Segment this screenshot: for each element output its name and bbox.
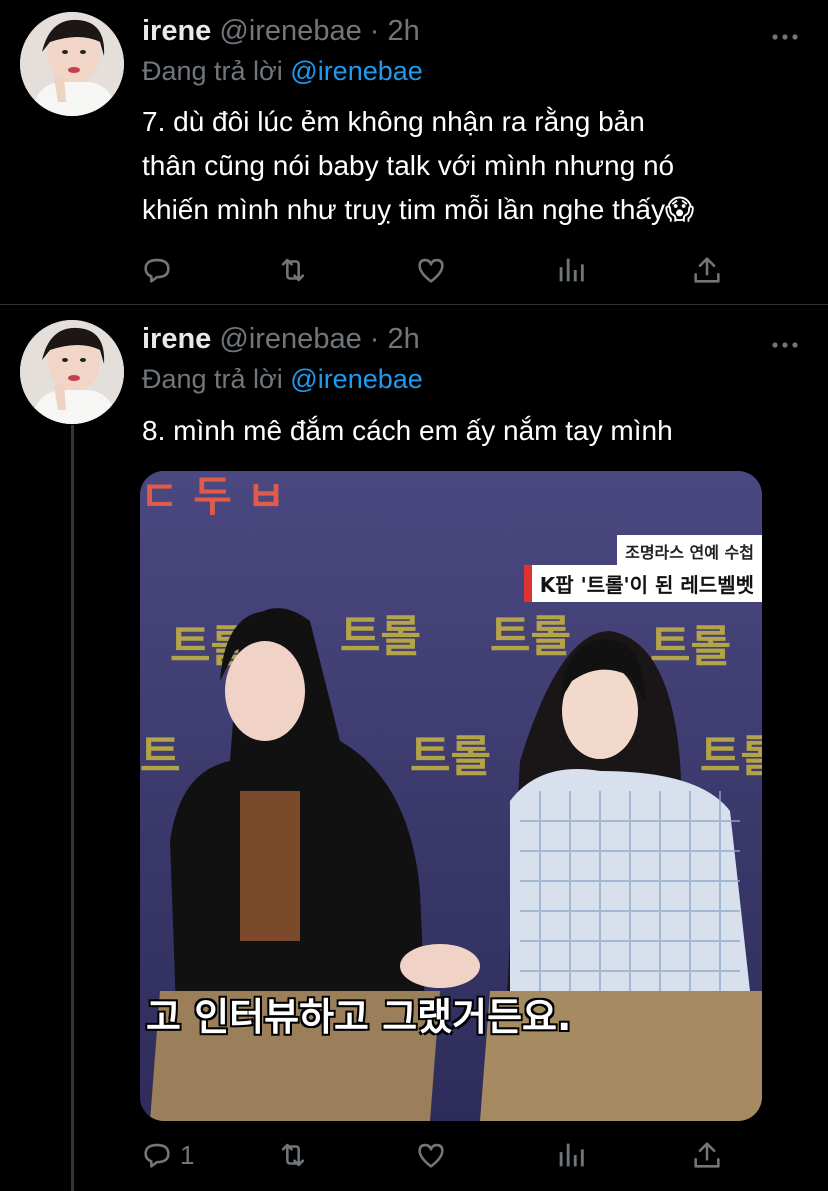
replying-to-label: Đang trả lời <box>142 364 283 394</box>
tweet-8[interactable]: irene @irenebae · 2h Đang trả lời @irene… <box>0 305 828 1191</box>
tweet-text-line: thân cũng nói baby talk với mình nhưng n… <box>142 150 675 181</box>
svg-text:트롤: 트롤 <box>410 731 491 782</box>
reply-count: 1 <box>180 1139 195 1170</box>
broadcast-headline: K팝 '트롤'이 된 레드벨벳 <box>523 565 762 602</box>
separator-dot: · <box>369 15 380 47</box>
svg-text:ㄷ 두 ㅂ: ㄷ 두 ㅂ <box>140 472 285 521</box>
retweet-icon <box>281 258 305 282</box>
avatar[interactable] <box>20 12 124 116</box>
share-icon <box>694 1142 720 1168</box>
retweet-icon <box>281 1143 305 1167</box>
timestamp[interactable]: 2h <box>388 15 420 47</box>
broadcast-subtitle-tag: 조명라스 연예 수첩 <box>617 535 762 567</box>
svg-text:트롤: 트롤 <box>700 731 762 782</box>
reply-button[interactable] <box>140 250 174 290</box>
analytics-button[interactable] <box>554 1135 588 1175</box>
retweet-button[interactable] <box>276 1135 310 1175</box>
tweet-header: irene @irenebae · 2h <box>142 14 420 48</box>
like-icon <box>418 258 444 283</box>
replying-to: Đang trả lời @irenebae <box>142 362 423 396</box>
reply-icon <box>144 258 170 283</box>
reply-mention-link[interactable]: @irenebae <box>290 56 423 86</box>
user-handle[interactable]: @irenebae <box>219 323 361 355</box>
svg-text:트롤: 트롤 <box>490 611 571 662</box>
user-handle[interactable]: @irenebae <box>219 15 361 47</box>
analytics-icon <box>559 258 584 282</box>
video-caption: 고 인터뷰하고 그랬거든요. <box>146 995 572 1039</box>
more-options-icon[interactable] <box>772 336 798 348</box>
avatar[interactable] <box>20 320 124 424</box>
tweet-text-line: khiến mình như truỵ tim mỗi lần nghe thấ… <box>142 194 695 225</box>
display-name[interactable]: irene <box>142 15 211 47</box>
thread-connector <box>71 425 74 1191</box>
tweet-text: 7. dù đôi lúc ẻm không nhận ra rằng bản … <box>142 100 792 232</box>
tweet-text-line: 7. dù đôi lúc ẻm không nhận ra rằng bản <box>142 106 645 137</box>
more-options-icon[interactable] <box>772 28 798 40</box>
reply-button[interactable]: 1 <box>140 1135 194 1175</box>
like-icon <box>418 1143 444 1168</box>
like-button[interactable] <box>414 1135 448 1175</box>
tweet-7[interactable]: irene @irenebae · 2h Đang trả lời @irene… <box>0 0 828 304</box>
tweet-actions: 1 <box>140 1135 740 1175</box>
share-button[interactable] <box>690 250 724 290</box>
tweet-actions <box>140 250 740 290</box>
share-button[interactable] <box>690 1135 724 1175</box>
svg-text:트: 트 <box>140 731 180 782</box>
svg-text:트롤: 트롤 <box>340 611 421 662</box>
analytics-icon <box>559 1143 584 1167</box>
svg-text:트롤: 트롤 <box>650 621 731 672</box>
replying-to-label: Đang trả lời <box>142 56 283 86</box>
replying-to: Đang trả lời @irenebae <box>142 54 423 88</box>
reply-icon <box>144 1143 170 1168</box>
analytics-button[interactable] <box>554 250 588 290</box>
tweet-text: 8. mình mê đắm cách em ấy nắm tay mình <box>142 415 673 446</box>
share-icon <box>694 257 720 283</box>
display-name[interactable]: irene <box>142 323 211 355</box>
tweet-video[interactable]: 트롤 트롤 트롤 트롤 트롤 트롤 트 ㄷ 두 ㅂ 조명라스 연예 수첩 K팝 … <box>140 471 762 1121</box>
like-button[interactable] <box>414 250 448 290</box>
tweet-header: irene @irenebae · 2h <box>142 322 420 356</box>
retweet-button[interactable] <box>276 250 310 290</box>
timestamp[interactable]: 2h <box>388 323 420 355</box>
separator-dot: · <box>369 323 380 355</box>
reply-mention-link[interactable]: @irenebae <box>290 364 423 394</box>
